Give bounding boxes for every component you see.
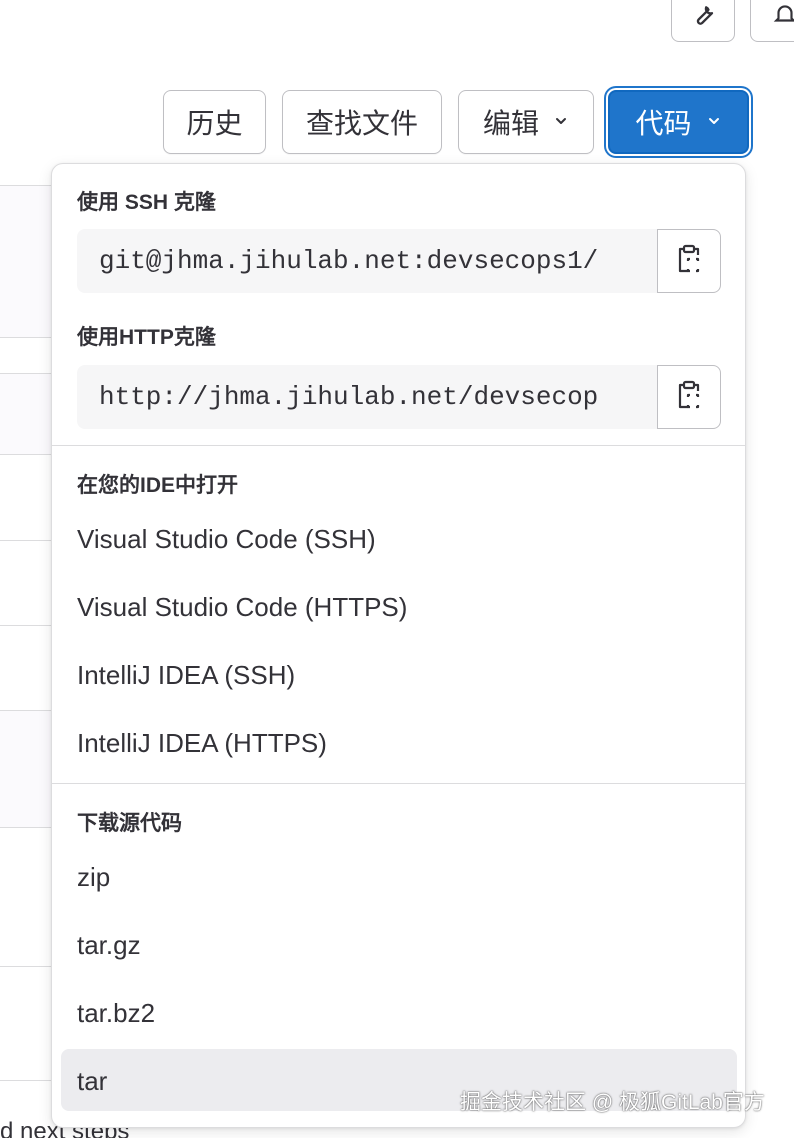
ssh-clone-row: git@jhma.jihulab.net:devsecops1/ [77,229,721,293]
notifications-button[interactable] [750,0,794,42]
edit-label: 编辑 [482,108,539,139]
edit-dropdown-button[interactable]: 编辑 [458,90,594,154]
ssh-url-field[interactable]: git@jhma.jihulab.net:devsecops1/ [77,229,657,293]
download-item-tar-gz[interactable]: tar.gz [77,930,141,961]
watermark-text: 掘金技术社区 @ 极狐GitLab官方 [460,1091,765,1114]
history-button[interactable]: 历史 [163,90,266,154]
code-dropdown-button[interactable]: 代码 [608,90,749,154]
settings-button[interactable] [671,0,735,42]
find-file-label: 查找文件 [305,108,418,139]
copy-to-clipboard-icon [676,380,702,415]
bell-icon [772,1,794,32]
copy-http-url-button[interactable] [657,365,721,429]
section-divider [52,783,745,784]
chevron-down-icon [553,113,569,132]
copy-ssh-url-button[interactable] [657,229,721,293]
download-item-zip[interactable]: zip [77,862,110,893]
code-dropdown-menu: 使用 SSH 克隆 git@jhma.jihulab.net:devsecops… [51,163,746,1128]
ide-item-intellij-https[interactable]: IntelliJ IDEA (HTTPS) [77,728,327,759]
download-source-title: 下载源代码 [77,812,182,835]
section-divider [52,445,745,446]
download-item-tar[interactable]: tar [77,1066,107,1097]
download-item-tar-bz2[interactable]: tar.bz2 [77,998,155,1029]
chevron-down-icon [706,113,722,132]
history-label: 历史 [186,108,243,139]
ide-item-vscode-https[interactable]: Visual Studio Code (HTTPS) [77,592,407,623]
ide-item-intellij-ssh[interactable]: IntelliJ IDEA (SSH) [77,660,295,691]
ssh-clone-title: 使用 SSH 克隆 [77,191,216,214]
code-label: 代码 [635,108,692,139]
http-url-field[interactable]: http://jhma.jihulab.net/devsecop [77,365,657,429]
http-clone-title: 使用HTTP克隆 [77,326,216,349]
ide-item-vscode-ssh[interactable]: Visual Studio Code (SSH) [77,524,376,555]
copy-to-clipboard-icon [676,244,702,279]
http-clone-row: http://jhma.jihulab.net/devsecop [77,365,721,429]
wrench-icon [689,0,717,33]
find-file-button[interactable]: 查找文件 [282,90,442,154]
open-in-ide-title: 在您的IDE中打开 [77,474,239,497]
